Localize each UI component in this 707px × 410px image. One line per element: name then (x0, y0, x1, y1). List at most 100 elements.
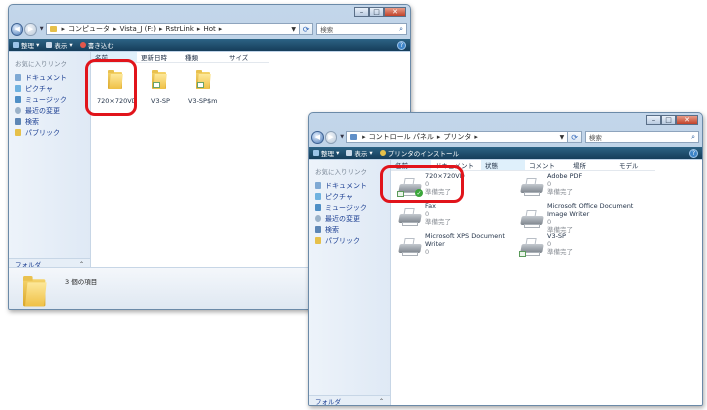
organize-button[interactable]: 整理 ▾ (13, 40, 39, 50)
printer-name: Microsoft Office Document (547, 202, 634, 210)
favorite-documents[interactable]: ドキュメント (315, 180, 390, 191)
views-label: 表示 (54, 42, 68, 50)
favorites-header: お気に入りリンク (315, 168, 367, 176)
music-icon (315, 204, 321, 211)
burn-label: 書き込む (87, 42, 114, 50)
breadcrumb-item[interactable]: プリンタ (443, 132, 471, 142)
search-placeholder: 検索 (588, 134, 602, 142)
minimize-button[interactable]: – (646, 115, 661, 125)
views-label: 表示 (354, 150, 368, 158)
chevron-down-icon[interactable]: ▼ (40, 26, 44, 32)
favorite-label: パブリック (325, 236, 360, 245)
printer-icon (520, 210, 544, 228)
folder-icon (23, 276, 65, 309)
search-input[interactable]: 検索 ⌕ (584, 131, 699, 143)
folders-toggle[interactable]: フォルダ ⌃ (309, 395, 390, 405)
search-icon[interactable]: ⌕ (691, 133, 695, 142)
refresh-button[interactable]: ⟳ (299, 23, 314, 35)
add-printer-label: プリンタのインストール (387, 150, 460, 158)
documents-icon (315, 182, 321, 189)
search-icon[interactable]: ⌕ (399, 25, 403, 34)
favorite-label: パブリック (25, 128, 60, 137)
public-folder-icon (315, 237, 321, 244)
breadcrumb[interactable]: ▸ コントロール パネル ▸ プリンタ ▸ ▼ (346, 131, 569, 143)
title-bar[interactable]: – □ ✕ (9, 5, 410, 21)
favorites-header: お気に入りリンク (15, 60, 67, 68)
organize-label: 整理 (21, 42, 34, 50)
favorite-label: ドキュメント (25, 73, 67, 82)
breadcrumb-item[interactable]: Vista_J (F:) (120, 25, 156, 33)
breadcrumb-item[interactable]: RstrLink (165, 25, 193, 33)
recent-icon (315, 215, 321, 222)
favorite-recent[interactable]: 最近の変更 (315, 213, 390, 224)
chevron-down-icon[interactable]: ▼ (560, 134, 565, 141)
printers-window[interactable]: – □ ✕ ◀ ▶ ▼ ▸ コントロール パネル ▸ プリンタ ▸ ▼ ⟳ 検索 ⌕… (308, 112, 703, 406)
back-button[interactable]: ◀ (311, 130, 324, 144)
chevron-down-icon[interactable]: ▼ (291, 26, 296, 33)
column-comment[interactable]: コメント (525, 160, 569, 170)
favorite-pictures[interactable]: ピクチャ (15, 83, 90, 94)
forward-button[interactable]: ▶ (24, 22, 37, 36)
column-model[interactable]: モデル (615, 160, 655, 170)
printer-queue-count: 0 (425, 248, 430, 256)
views-button[interactable]: 表示 ▾ (346, 148, 373, 158)
favorite-public[interactable]: パブリック (15, 127, 90, 138)
printer-name-line2: Writer (425, 240, 445, 248)
search-input[interactable]: 検索 ⌕ (316, 23, 407, 35)
printer-status: 準備完了 (547, 248, 573, 256)
printer-icon (398, 238, 422, 256)
minimize-button[interactable]: – (354, 7, 369, 17)
favorite-music[interactable]: ミュージック (15, 94, 90, 105)
favorite-documents[interactable]: ドキュメント (15, 72, 90, 83)
favorite-label: ミュージック (25, 95, 67, 104)
address-row: ◀ ▶ ▼ ▸ コントロール パネル ▸ プリンタ ▸ ▼ ⟳ 検索 ⌕ (311, 130, 699, 144)
refresh-button[interactable]: ⟳ (568, 131, 582, 143)
maximize-button[interactable]: □ (369, 7, 384, 17)
organize-button[interactable]: 整理 ▾ (313, 148, 339, 158)
printer-icon (519, 238, 544, 257)
favorite-pictures[interactable]: ピクチャ (315, 191, 390, 202)
views-button[interactable]: 表示 ▾ (46, 40, 73, 50)
back-button[interactable]: ◀ (11, 22, 24, 36)
close-button[interactable]: ✕ (676, 115, 698, 125)
favorite-label: ピクチャ (25, 84, 53, 93)
column-location[interactable]: 場所 (569, 160, 615, 170)
breadcrumb-item[interactable]: コンピュータ (68, 24, 110, 34)
forward-button[interactable]: ▶ (324, 130, 338, 144)
favorite-recent[interactable]: 最近の変更 (15, 105, 90, 116)
chevron-up-icon: ⌃ (378, 397, 384, 405)
printer-name: Adobe PDF (547, 172, 583, 180)
burn-button[interactable]: 書き込む (79, 40, 114, 50)
favorite-search[interactable]: 検索 (15, 116, 90, 127)
favorite-label: ミュージック (325, 203, 367, 212)
control-panel-icon (350, 134, 358, 140)
column-status[interactable]: 状態 (481, 160, 525, 170)
folder-icon (152, 70, 167, 89)
title-bar[interactable]: – □ ✕ (309, 113, 702, 129)
organize-icon (313, 150, 319, 156)
highlight-circle (380, 165, 464, 203)
favorite-music[interactable]: ミュージック (315, 202, 390, 213)
column-size[interactable]: サイズ (225, 52, 269, 62)
favorite-search[interactable]: 検索 (315, 224, 390, 235)
highlight-circle (85, 59, 137, 116)
breadcrumb-item[interactable]: コントロール パネル (369, 132, 434, 142)
help-icon[interactable]: ? (397, 40, 406, 50)
breadcrumb-item[interactable]: Hot (203, 25, 215, 33)
views-icon (46, 42, 53, 48)
music-icon (15, 96, 21, 103)
breadcrumb[interactable]: ▸ コンピュータ ▸ Vista_J (F:) ▸ RstrLink ▸ Hot ▸ ▼ (45, 23, 300, 35)
disc-icon (79, 42, 86, 48)
printer-queue-count: 0 (547, 240, 552, 248)
column-type[interactable]: 種類 (181, 52, 225, 62)
favorite-public[interactable]: パブリック (315, 235, 390, 246)
maximize-button[interactable]: □ (661, 115, 676, 125)
favorite-label: 検索 (325, 225, 339, 234)
printer-name: V3-SP (547, 232, 566, 240)
chevron-down-icon[interactable]: ▼ (340, 134, 344, 140)
add-printer-button[interactable]: プリンタのインストール (379, 148, 460, 158)
close-button[interactable]: ✕ (384, 7, 406, 17)
column-modified[interactable]: 更新日時 (137, 52, 181, 62)
printer-status: 準備完了 (547, 188, 573, 196)
help-icon[interactable]: ? (689, 148, 698, 158)
